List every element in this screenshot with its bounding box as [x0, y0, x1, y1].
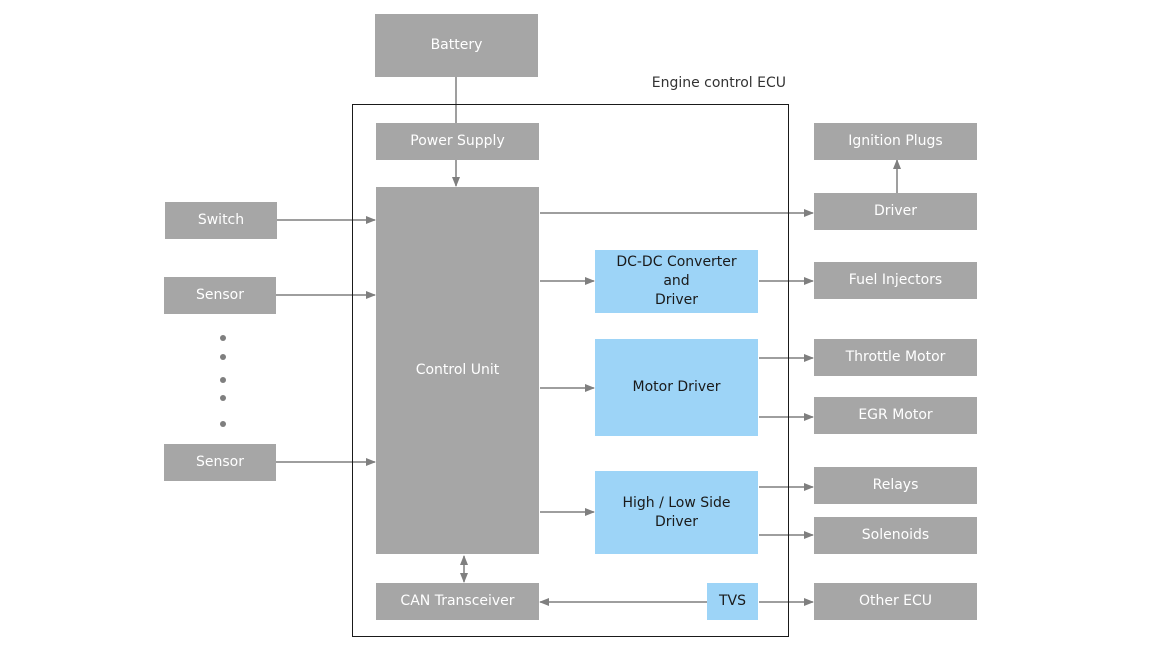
- battery-block: Battery: [375, 14, 538, 77]
- sensor-block: Sensor: [164, 277, 276, 314]
- ellipsis-dot: [220, 354, 226, 360]
- other-ecu-block: Other ECU: [814, 583, 977, 620]
- ellipsis-dot: [220, 395, 226, 401]
- high-low-side-driver-block: High / Low Side Driver: [595, 471, 758, 554]
- egr-motor-block: EGR Motor: [814, 397, 977, 434]
- switch-block: Switch: [165, 202, 277, 239]
- fuel-injectors-block: Fuel Injectors: [814, 262, 977, 299]
- relays-block: Relays: [814, 467, 977, 504]
- solenoids-block: Solenoids: [814, 517, 977, 554]
- tvs-block: TVS: [707, 583, 758, 620]
- can-transceiver-block: CAN Transceiver: [376, 583, 539, 620]
- throttle-motor-block: Throttle Motor: [814, 339, 977, 376]
- ignition-plugs-block: Ignition Plugs: [814, 123, 977, 160]
- control-unit-block: Control Unit: [376, 187, 539, 554]
- motor-driver-block: Motor Driver: [595, 339, 758, 436]
- ellipsis-dot: [220, 335, 226, 341]
- sensor-block: Sensor: [164, 444, 276, 481]
- driver-block: Driver: [814, 193, 977, 230]
- ellipsis-dot: [220, 377, 226, 383]
- power-supply-block: Power Supply: [376, 123, 539, 160]
- ecu-title: Engine control ECU: [651, 75, 786, 91]
- ellipsis-dot: [220, 421, 226, 427]
- dcdc-converter-block: DC-DC Converter and Driver: [595, 250, 758, 313]
